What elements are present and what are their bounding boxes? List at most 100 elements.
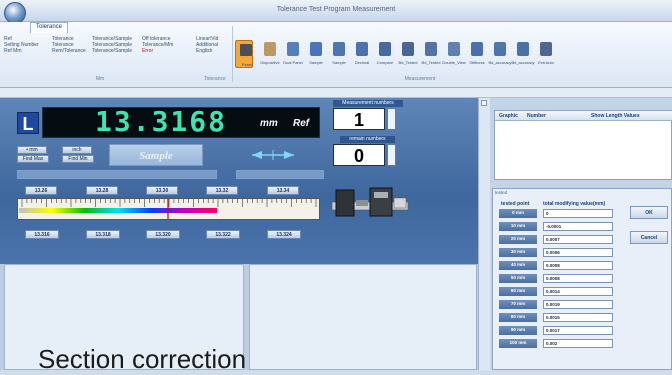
ribbon-button-label: Bd_Tested <box>398 60 418 65</box>
ribbon-button-label: Panel <box>241 62 253 67</box>
find-min-button[interactable]: Find Min <box>62 155 94 163</box>
remain-count: 0 <box>333 144 385 166</box>
ribbon-button-label: Dual Panel <box>283 60 303 65</box>
tested-point-cell: 20 mm <box>499 235 537 244</box>
modifying-value-field[interactable]: 0.0008 <box>543 274 613 283</box>
scale-top-tick: 13.32 <box>206 186 238 195</box>
ribbon-option[interactable]: Tolerance/Sample <box>92 48 132 54</box>
ribbon-tool-icon[interactable] <box>379 42 391 56</box>
scale-ticks <box>21 199 317 219</box>
window-title: Tolerance Test Program Measurement <box>276 6 396 13</box>
tested-point-cell: 10 mm <box>499 222 537 231</box>
correction-panel: tested tested point total modifying valu… <box>492 188 672 370</box>
modifying-value-field[interactable]: 0.0007 <box>543 235 613 244</box>
tested-point-cell: 70 mm <box>499 300 537 309</box>
ribbon-tool-icon[interactable] <box>540 42 552 56</box>
scrollbar[interactable] <box>478 98 490 370</box>
tested-point-cell: 0 mm <box>499 209 537 218</box>
modifying-value-field[interactable]: -0.0001 <box>543 222 613 231</box>
scroll-up-icon[interactable] <box>481 100 487 106</box>
ribbon-tool-icon[interactable] <box>333 42 345 56</box>
modifying-value-field[interactable]: 0 <box>543 209 613 218</box>
tested-point-cell: 60 mm <box>499 287 537 296</box>
find-max-button[interactable]: Find Max <box>17 155 49 163</box>
modifying-value-field[interactable]: 0.0006 <box>543 248 613 257</box>
modifying-value-field[interactable]: 0.0019 <box>543 300 613 309</box>
remain-numbers-label: remain numbers <box>340 136 395 143</box>
tested-point-cell: 50 mm <box>499 274 537 283</box>
scale-bottom-tick: 13.322 <box>206 230 240 239</box>
mm-button[interactable]: • mm <box>17 146 47 154</box>
tested-point-cell: 40 mm <box>499 261 537 270</box>
col-tested-point: tested point <box>501 201 530 207</box>
ribbon-tool-icon[interactable] <box>402 42 414 56</box>
ribbon-tool-icon[interactable] <box>264 42 276 56</box>
ribbon-button-label: Bd_accuracy <box>511 60 535 65</box>
cancel-button[interactable]: Cancel <box>630 231 668 244</box>
scale-top-tick: 13.28 <box>86 186 118 195</box>
ribbon-group-2: Tolerance Tolerance Rem/Tolerance <box>52 36 86 54</box>
ribbon-option[interactable]: English <box>196 48 218 54</box>
graphic-table-header: Graphic Number Show Length Values <box>495 111 672 121</box>
ribbon-group-4: Off tolerance Tolerance/Mm Error <box>142 36 173 54</box>
ribbon-button-label: Decimal <box>354 60 370 65</box>
caliper-icon <box>331 187 409 217</box>
tested-point-cell: 90 mm <box>499 326 537 335</box>
ribbon-tool-icon[interactable] <box>517 42 529 56</box>
scale-top-tick: 13.34 <box>267 186 299 195</box>
col-modifying-value: total modifying value(mm) <box>543 201 606 207</box>
col-graphic: Graphic <box>499 113 518 119</box>
tested-point-cell: 30 mm <box>499 248 537 257</box>
ribbon-tool-icon[interactable] <box>356 42 368 56</box>
scale-bottom-tick: 13.316 <box>25 230 59 239</box>
ribbon-option[interactable]: Ref Mm <box>4 48 39 54</box>
modifying-value-field[interactable]: 0.0014 <box>543 287 613 296</box>
measurement-count: 1 <box>333 108 385 130</box>
ribbon-button-label: Bd_Tested <box>421 60 441 65</box>
modifying-value-field[interactable]: 0.002 <box>543 339 613 348</box>
ribbon-option[interactable]: Error <box>142 48 173 54</box>
right-chart-pane <box>249 264 477 370</box>
group-label: Measurement <box>404 76 436 82</box>
modifying-value-field[interactable]: 0.0017 <box>543 326 613 335</box>
modifying-value-field[interactable]: 0.0008 <box>543 261 613 270</box>
tolerance-scale <box>17 198 320 220</box>
readout-ref: Ref <box>293 118 310 129</box>
ribbon-button-label: Bd_accuracy <box>488 60 512 65</box>
ribbon-tool-icon[interactable] <box>448 42 460 56</box>
panel-icon <box>240 44 252 56</box>
ribbon-group-3: Tolerance/Sample Tolerance/Sample Tolera… <box>92 36 132 54</box>
readout-unit: mm <box>260 118 278 129</box>
status-strip <box>0 88 672 98</box>
ribbon-tool-icon[interactable] <box>310 42 322 56</box>
tab-tolerance[interactable]: Tolerance <box>30 22 69 33</box>
info-slot <box>236 170 324 179</box>
col-number: Number <box>527 113 546 119</box>
ribbon-button-label: Exit Auto <box>538 60 554 65</box>
ribbon-tool-icon[interactable] <box>471 42 483 56</box>
ok-button[interactable]: OK <box>630 206 668 219</box>
ribbon-divider <box>232 26 233 82</box>
measurement-spinner[interactable] <box>387 108 396 130</box>
col-show-length: Show Length Values <box>591 113 640 119</box>
scale-bottom-tick: 13.320 <box>146 230 180 239</box>
info-slot <box>17 170 217 179</box>
ribbon-option[interactable]: Rem/Tolerance <box>52 48 86 54</box>
ribbon-group-1: Ref Setting Number Ref Mm <box>4 36 39 54</box>
group-label: Mm <box>95 76 105 82</box>
measurement-numbers-label: Measurement numbers <box>333 100 403 107</box>
ribbon-button-label: Sample <box>309 60 323 65</box>
length-mode-indicator: L <box>17 112 39 134</box>
correction-title: tested <box>495 190 508 195</box>
ribbon-tool-icon[interactable] <box>287 42 299 56</box>
modifying-value-field[interactable]: 0.0015 <box>543 313 613 322</box>
sample-field[interactable]: Sample <box>109 144 203 166</box>
ribbon-tool-icon[interactable] <box>425 42 437 56</box>
ribbon-group-5: Linear/Vid Additional English <box>196 36 218 54</box>
inch-button[interactable]: inch <box>62 146 92 154</box>
ribbon-button-label: Dispositive <box>260 60 280 65</box>
ribbon-button-label: Double_View <box>442 60 466 65</box>
remain-spinner[interactable] <box>387 144 396 166</box>
ribbon-tool-icon[interactable] <box>494 42 506 56</box>
ribbon-button-label: Compare <box>376 60 394 65</box>
